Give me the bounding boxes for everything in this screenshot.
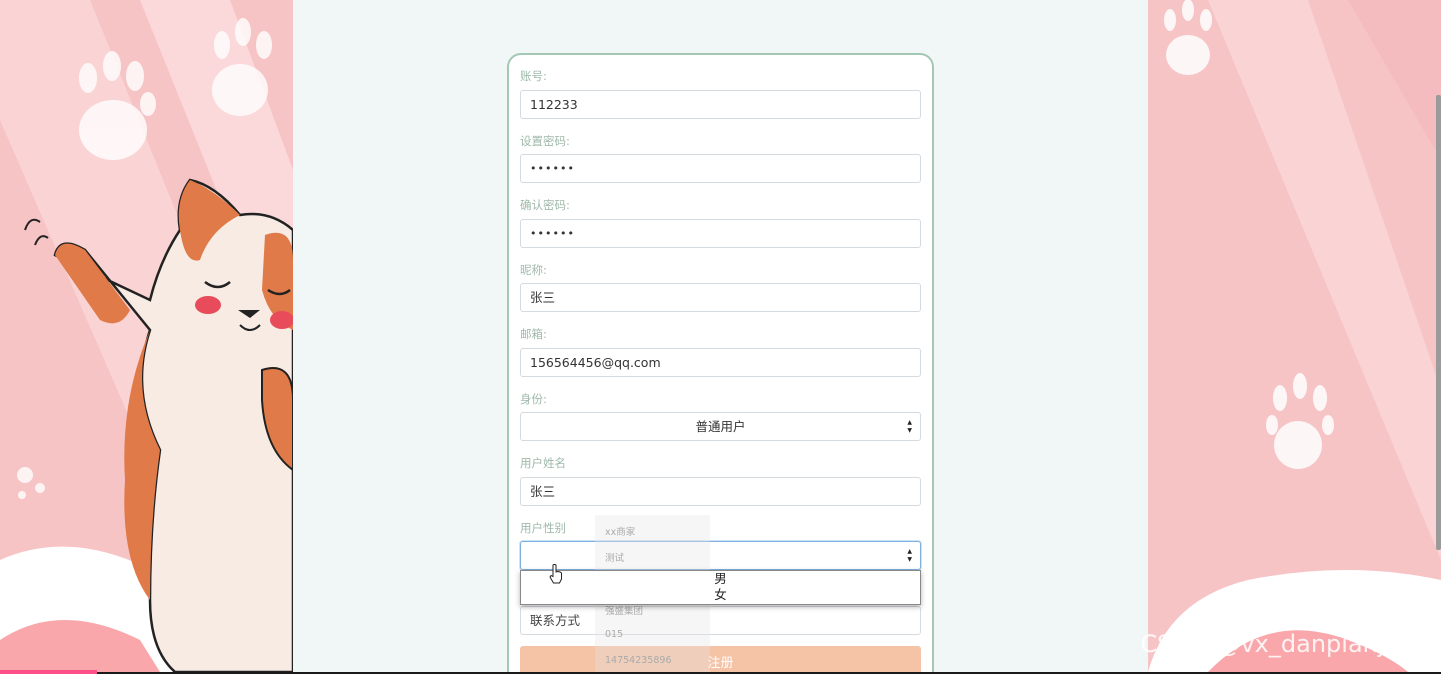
gender-dropdown: 男 女 xyxy=(520,570,921,605)
overlay-item[interactable]: 14754235896 xyxy=(605,655,672,666)
left-background-illustration xyxy=(0,0,293,672)
identity-select[interactable]: 普通用户 ▲ ▼ xyxy=(520,412,921,441)
page: 账号: 112233 设置密码: •••••• 确认密码: •••••• 昵称:… xyxy=(0,0,1441,672)
overlay-item[interactable]: 强盛集团 xyxy=(605,603,643,617)
overlay-item[interactable]: xx商家 xyxy=(605,524,635,538)
cat-illustration xyxy=(0,0,293,672)
gender-option-female[interactable]: 女 xyxy=(521,587,920,603)
register-button[interactable]: 注册 xyxy=(520,646,921,672)
set-password-input[interactable]: •••••• xyxy=(520,154,921,183)
taskbar-indicator xyxy=(0,670,97,674)
nickname-label: 昵称: xyxy=(520,263,547,277)
email-label: 邮箱: xyxy=(520,327,547,341)
confirm-password-input[interactable]: •••••• xyxy=(520,219,921,248)
gender-label: 用户性别 xyxy=(520,521,566,535)
real-name-input[interactable]: 张三 xyxy=(520,477,921,506)
scrollbar-thumb[interactable] xyxy=(1436,95,1441,550)
account-input[interactable]: 112233 xyxy=(520,90,921,119)
hand-cursor-icon xyxy=(549,564,562,584)
watermark-text: CSDN @vx_danpianji889 xyxy=(1140,630,1437,658)
gender-select[interactable]: ▲ ▼ xyxy=(520,541,921,570)
identity-label: 身份: xyxy=(520,392,547,406)
right-background-illustration xyxy=(1148,0,1441,672)
overlay-item[interactable]: 015 xyxy=(605,629,623,640)
contact-input[interactable]: 联系方式 xyxy=(520,606,921,635)
account-label: 账号: xyxy=(520,69,547,83)
overlay-item[interactable]: 测试 xyxy=(605,550,624,564)
select-arrows-icon: ▲ ▼ xyxy=(907,419,912,434)
gender-option-male[interactable]: 男 xyxy=(521,571,920,587)
identity-select-value: 普通用户 xyxy=(695,419,746,434)
select-arrows-icon: ▲ ▼ xyxy=(907,548,912,563)
paw-pattern xyxy=(1148,0,1441,672)
nickname-input[interactable]: 张三 xyxy=(520,283,921,312)
real-name-label: 用户姓名 xyxy=(520,456,566,470)
set-password-label: 设置密码: xyxy=(520,134,570,148)
confirm-password-label: 确认密码: xyxy=(520,198,570,212)
email-input[interactable]: 156564456@qq.com xyxy=(520,348,921,377)
